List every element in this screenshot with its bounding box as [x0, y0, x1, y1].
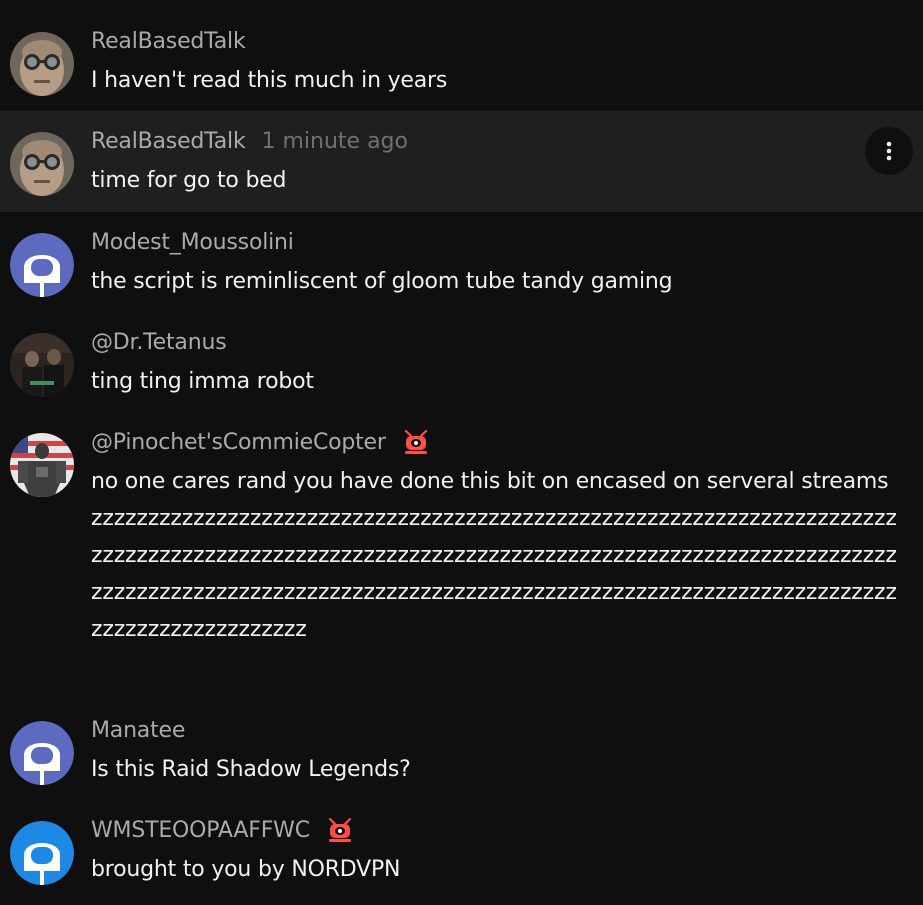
message-timestamp: 1 minute ago	[261, 128, 408, 154]
glasses-man-avatar[interactable]	[10, 132, 74, 196]
glasses-man-avatar[interactable]	[10, 32, 74, 96]
default-blue-avatar[interactable]	[10, 721, 74, 785]
message-text: Is this Raid Shadow Legends?	[91, 757, 411, 782]
author-name[interactable]: RealBasedTalk	[91, 129, 246, 154]
author-name[interactable]: WMSTEOOPAAFFWC	[91, 818, 310, 843]
message-text: time for go to bed	[91, 168, 287, 193]
message-text: I haven't read this much in years	[91, 68, 448, 93]
message-text: ting ting imma robot	[91, 369, 314, 394]
moderator-robot-badge	[404, 429, 427, 454]
armored-figure-avatar[interactable]	[10, 433, 74, 497]
moderator-robot-badge	[328, 817, 351, 842]
message-text: brought to you by NORDVPN	[91, 857, 401, 882]
chat-message[interactable]: RealBasedTalk I haven't read this much i…	[0, 0, 923, 111]
photo-avatar[interactable]	[10, 333, 74, 397]
message-menu-button[interactable]	[865, 127, 913, 175]
author-name[interactable]: @Dr.Tetanus	[91, 330, 227, 355]
chat-message[interactable]: WMSTEOOPAAFFWC brought to you by NORDVPN	[0, 800, 923, 905]
author-name[interactable]: RealBasedTalk	[91, 29, 246, 54]
live-chat-list: RealBasedTalk I haven't read this much i…	[0, 0, 923, 905]
more-vert-icon	[886, 141, 892, 161]
author-name[interactable]: @Pinochet'sCommieCopter	[91, 430, 386, 455]
chat-message[interactable]: Manatee Is this Raid Shadow Legends?	[0, 700, 923, 800]
author-name[interactable]: Manatee	[91, 718, 185, 743]
message-text: no one cares rand you have done this bit…	[91, 469, 897, 642]
default-blue-avatar[interactable]	[10, 233, 74, 297]
chat-message[interactable]: RealBasedTalk 1 minute ago time for go t…	[0, 111, 923, 212]
default-lightblue-avatar[interactable]	[10, 821, 74, 885]
chat-message[interactable]: Modest_Moussolini the script is reminlis…	[0, 212, 923, 312]
author-name[interactable]: Modest_Moussolini	[91, 230, 294, 255]
chat-message[interactable]: @Dr.Tetanus ting ting imma robot	[0, 312, 923, 412]
message-text: the script is reminliscent of gloom tube…	[91, 269, 673, 294]
chat-message[interactable]: @Pinochet'sCommieCopter no one cares ran…	[0, 412, 923, 700]
